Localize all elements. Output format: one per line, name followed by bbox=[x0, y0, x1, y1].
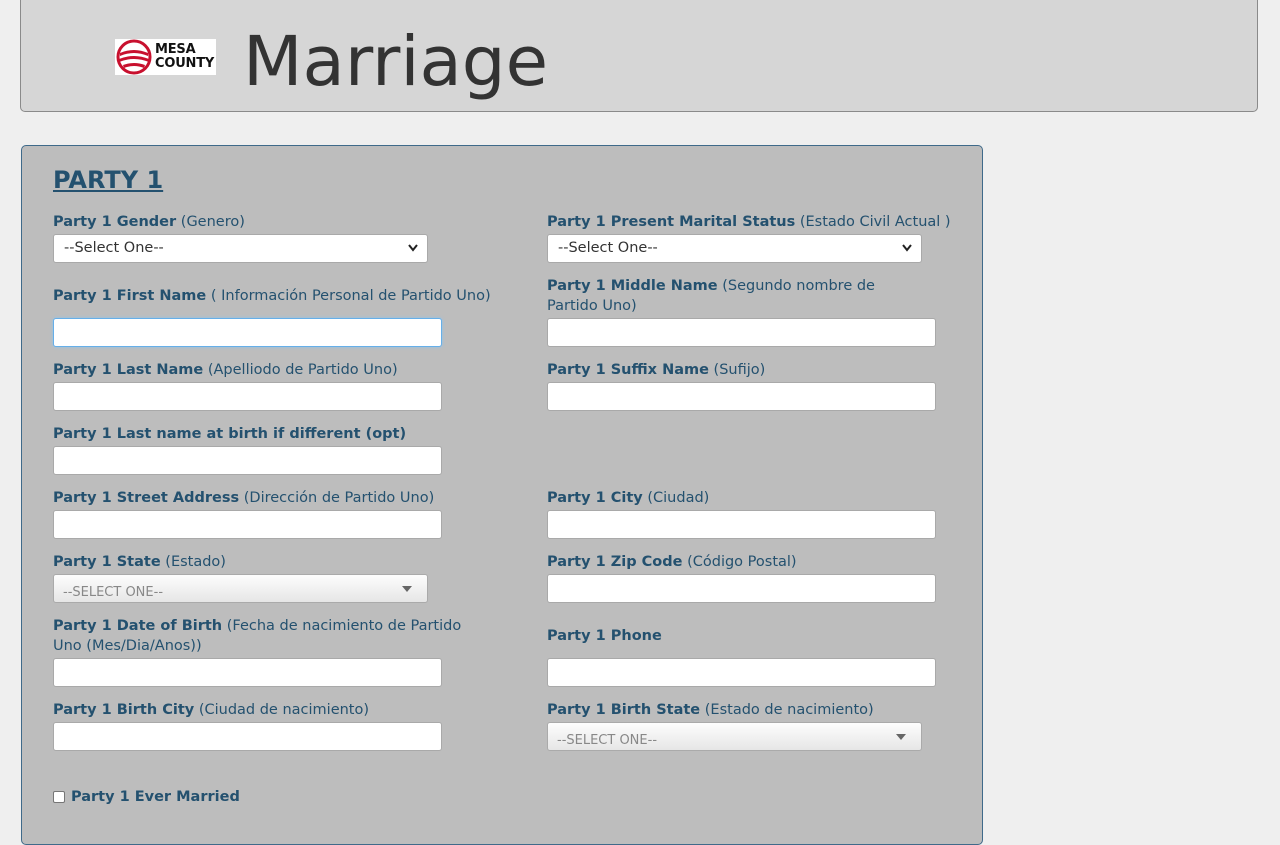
birth-state-label: Party 1 Birth State (Estado de nacimient… bbox=[547, 700, 874, 720]
marital-status-label: Party 1 Present Marital Status (Estado C… bbox=[547, 212, 951, 232]
birth-city-label: Party 1 Birth City (Ciudad de nacimiento… bbox=[53, 700, 369, 720]
suffix-name-label-hint: (Sufijo) bbox=[708, 362, 766, 378]
birth-last-name-input[interactable] bbox=[53, 446, 442, 475]
mesa-county-logo: MESA COUNTY bbox=[115, 39, 216, 75]
chevron-down-icon bbox=[902, 244, 912, 252]
zip-label-hint: (Código Postal) bbox=[682, 554, 797, 570]
marital-status-selected-value: --Select One-- bbox=[558, 240, 658, 256]
gender-label-main: Party 1 Gender bbox=[53, 214, 177, 230]
triangle-down-icon bbox=[402, 586, 412, 592]
marital-status-label-hint: (Estado Civil Actual ) bbox=[795, 214, 951, 230]
city-label-hint: (Ciudad) bbox=[642, 490, 710, 506]
dob-label: Party 1 Date of Birth (Fecha de nacimien… bbox=[53, 616, 493, 656]
phone-label-main: Party 1 Phone bbox=[547, 628, 662, 644]
phone-label: Party 1 Phone bbox=[547, 626, 662, 646]
first-name-label: Party 1 First Name ( Información Persona… bbox=[53, 286, 491, 306]
first-name-label-main: Party 1 First Name bbox=[53, 288, 207, 304]
dob-input[interactable] bbox=[53, 658, 442, 687]
street-address-label-hint: (Dirección de Partido Uno) bbox=[239, 490, 435, 506]
phone-input[interactable] bbox=[547, 658, 936, 687]
logo-text: MESA COUNTY bbox=[155, 43, 214, 71]
state-label-main: Party 1 State bbox=[53, 554, 161, 570]
street-address-label-main: Party 1 Street Address bbox=[53, 490, 240, 506]
street-address-label: Party 1 Street Address (Dirección de Par… bbox=[53, 488, 434, 508]
first-name-label-hint: ( Información Personal de Partido Uno) bbox=[206, 288, 491, 304]
suffix-name-input[interactable] bbox=[547, 382, 936, 411]
last-name-input[interactable] bbox=[53, 382, 442, 411]
birth-state-select[interactable]: --SELECT ONE-- bbox=[547, 722, 922, 751]
first-name-input[interactable] bbox=[53, 318, 442, 347]
state-label-hint: (Estado) bbox=[160, 554, 226, 570]
birth-state-label-hint: (Estado de nacimiento) bbox=[700, 702, 874, 718]
dob-label-main: Party 1 Date of Birth bbox=[53, 618, 223, 634]
chevron-down-icon bbox=[408, 244, 418, 252]
birth-last-name-label: Party 1 Last name at birth if different … bbox=[53, 424, 406, 444]
marital-status-select[interactable]: --Select One-- bbox=[547, 234, 922, 263]
city-input[interactable] bbox=[547, 510, 936, 539]
page-title: Marriage bbox=[243, 22, 549, 102]
ever-married-label: Party 1 Ever Married bbox=[71, 789, 240, 805]
last-name-label-main: Party 1 Last Name bbox=[53, 362, 204, 378]
page-header: MESA COUNTY Marriage bbox=[20, 0, 1258, 112]
party-1-panel: PARTY 1 Party 1 Gender (Genero) --Select… bbox=[21, 145, 983, 845]
gender-label: Party 1 Gender (Genero) bbox=[53, 212, 245, 232]
ever-married-checkbox[interactable] bbox=[53, 791, 65, 803]
birth-city-label-hint: (Ciudad de nacimiento) bbox=[194, 702, 370, 718]
logo-line-2: COUNTY bbox=[155, 56, 215, 71]
middle-name-label: Party 1 Middle Name (Segundo nombre de P… bbox=[547, 276, 927, 316]
gender-label-hint: (Genero) bbox=[176, 214, 245, 230]
marital-status-label-main: Party 1 Present Marital Status bbox=[547, 214, 796, 230]
birth-city-label-main: Party 1 Birth City bbox=[53, 702, 195, 718]
middle-name-input[interactable] bbox=[547, 318, 936, 347]
state-selected-value: --SELECT ONE-- bbox=[63, 585, 164, 600]
birth-last-name-label-main: Party 1 Last name at birth if different … bbox=[53, 426, 407, 442]
birth-state-selected-value: --SELECT ONE-- bbox=[557, 733, 658, 748]
state-select[interactable]: --SELECT ONE-- bbox=[53, 574, 428, 603]
zip-label-main: Party 1 Zip Code bbox=[547, 554, 683, 570]
gender-select[interactable]: --Select One-- bbox=[53, 234, 428, 263]
triangle-down-icon bbox=[896, 734, 906, 740]
last-name-label: Party 1 Last Name (Apelliodo de Partido … bbox=[53, 360, 398, 380]
middle-name-label-main: Party 1 Middle Name bbox=[547, 278, 718, 294]
mesa-county-logo-icon bbox=[116, 39, 152, 75]
gender-selected-value: --Select One-- bbox=[64, 240, 164, 256]
street-address-input[interactable] bbox=[53, 510, 442, 539]
suffix-name-label: Party 1 Suffix Name (Sufijo) bbox=[547, 360, 765, 380]
last-name-label-hint: (Apelliodo de Partido Uno) bbox=[203, 362, 398, 378]
section-title: PARTY 1 bbox=[53, 166, 164, 194]
zip-label: Party 1 Zip Code (Código Postal) bbox=[547, 552, 797, 572]
birth-state-label-main: Party 1 Birth State bbox=[547, 702, 701, 718]
suffix-name-label-main: Party 1 Suffix Name bbox=[547, 362, 709, 378]
birth-city-input[interactable] bbox=[53, 722, 442, 751]
logo-line-1: MESA bbox=[155, 42, 196, 57]
city-label: Party 1 City (Ciudad) bbox=[547, 488, 709, 508]
state-label: Party 1 State (Estado) bbox=[53, 552, 226, 572]
zip-input[interactable] bbox=[547, 574, 936, 603]
city-label-main: Party 1 City bbox=[547, 490, 643, 506]
